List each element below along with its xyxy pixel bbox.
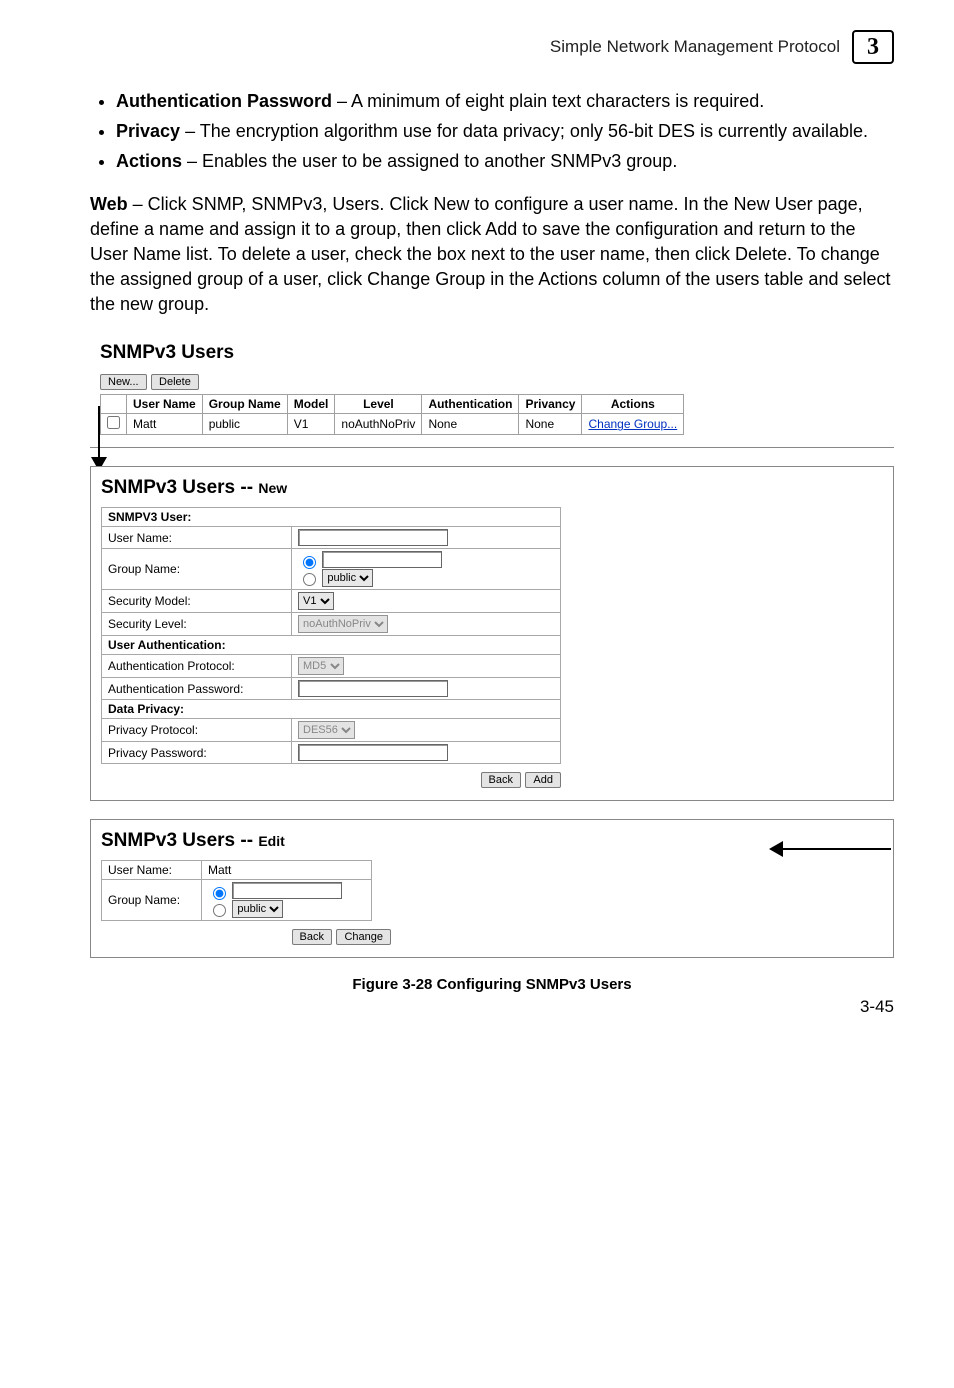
web-lead: Web [90,194,128,214]
panel-title: SNMPv3 Users -- New [101,477,883,499]
bullet-desc: – The encryption algorithm use for data … [180,121,868,141]
bullet-term: Authentication Password [116,91,332,111]
col-group-name: Group Name [202,395,287,414]
cell-group-name: public [202,414,287,435]
section-privacy-header: Data Privacy: [102,700,561,719]
col-model: Model [287,395,335,414]
priv-password-input[interactable] [298,744,448,761]
users-table: User Name Group Name Model Level Authent… [100,394,684,435]
bullet-actions: Actions – Enables the user to be assigne… [116,148,894,174]
bullet-privacy: Privacy – The encryption algorithm use f… [116,118,894,144]
label-priv-protocol: Privacy Protocol: [102,719,292,742]
section-title: Simple Network Management Protocol [550,37,840,57]
col-checkbox [101,395,127,414]
security-model-select[interactable]: V1 [298,592,334,610]
value-user-name: Matt [202,861,372,880]
auth-password-input[interactable] [298,680,448,697]
group-name-select[interactable]: public [322,569,373,587]
chapter-number-badge: 3 [852,30,894,64]
bullet-term: Actions [116,151,182,171]
page-number: 3-45 [860,997,894,1017]
definition-list: Authentication Password – A minimum of e… [90,88,894,174]
group-name-radio-select[interactable] [213,904,226,917]
panel-title: SNMPv3 Users [100,342,884,364]
group-name-text-input[interactable] [232,882,342,899]
bullet-desc: – Enables the user to be assigned to ano… [182,151,677,171]
group-name-text-input[interactable] [322,551,442,568]
group-name-select[interactable]: public [232,900,283,918]
bullet-desc: – A minimum of eight plain text characte… [332,91,764,111]
change-button[interactable]: Change [336,929,391,945]
new-user-form: SNMPV3 User: User Name: Group Name: publ… [101,507,561,764]
section-user-header: SNMPV3 User: [102,508,561,527]
screenshot-users-edit: SNMPv3 Users -- Edit User Name: Matt Gro… [90,819,894,958]
title-sub: New [258,480,287,496]
title-sub: Edit [258,833,284,849]
label-priv-password: Privacy Password: [102,742,292,764]
cell-user-name: Matt [127,414,203,435]
label-group-name: Group Name: [102,880,202,921]
label-security-level: Security Level: [102,613,292,636]
cell-privancy: None [519,414,582,435]
change-group-link[interactable]: Change Group... [588,417,677,431]
col-level: Level [335,395,422,414]
bullet-auth-password: Authentication Password – A minimum of e… [116,88,894,114]
panel-title: SNMPv3 Users -- Edit [101,830,883,852]
screenshot-users-new: SNMPv3 Users -- New SNMPV3 User: User Na… [90,466,894,801]
col-actions: Actions [582,395,684,414]
cell-authentication: None [422,414,519,435]
new-button[interactable]: New... [100,374,147,390]
user-name-input[interactable] [298,529,448,546]
col-privancy: Privancy [519,395,582,414]
cell-model: V1 [287,414,335,435]
group-name-radio-select[interactable] [303,573,316,586]
web-instructions-paragraph: Web – Click SNMP, SNMPv3, Users. Click N… [90,192,894,316]
back-button[interactable]: Back [292,929,332,945]
row-checkbox[interactable] [107,416,120,429]
web-body: – Click SNMP, SNMPv3, Users. Click New t… [90,194,890,313]
security-level-select[interactable]: noAuthNoPriv [298,615,388,633]
bullet-term: Privacy [116,121,180,141]
cell-level: noAuthNoPriv [335,414,422,435]
delete-button[interactable]: Delete [151,374,199,390]
table-row: Matt public V1 noAuthNoPriv None None Ch… [101,414,684,435]
section-auth-header: User Authentication: [102,636,561,655]
label-user-name: User Name: [102,527,292,549]
col-authentication: Authentication [422,395,519,414]
label-auth-password: Authentication Password: [102,678,292,700]
auth-protocol-select[interactable]: MD5 [298,657,344,675]
back-button[interactable]: Back [481,772,521,788]
label-security-model: Security Model: [102,590,292,613]
priv-protocol-select[interactable]: DES56 [298,721,355,739]
add-button[interactable]: Add [525,772,561,788]
figure-caption: Figure 3-28 Configuring SNMPv3 Users [90,976,894,993]
label-user-name: User Name: [102,861,202,880]
title-main: SNMPv3 Users -- [101,477,258,498]
group-name-radio-text[interactable] [213,887,226,900]
col-user-name: User Name [127,395,203,414]
group-name-radio-text[interactable] [303,556,316,569]
title-main: SNMPv3 Users -- [101,830,258,851]
edit-user-form: User Name: Matt Group Name: public [101,860,372,921]
label-auth-protocol: Authentication Protocol: [102,655,292,678]
label-group-name: Group Name: [102,549,292,590]
page-header: Simple Network Management Protocol 3 [90,30,894,64]
screenshot-users-list: SNMPv3 Users New... Delete User Name Gro… [90,332,894,448]
